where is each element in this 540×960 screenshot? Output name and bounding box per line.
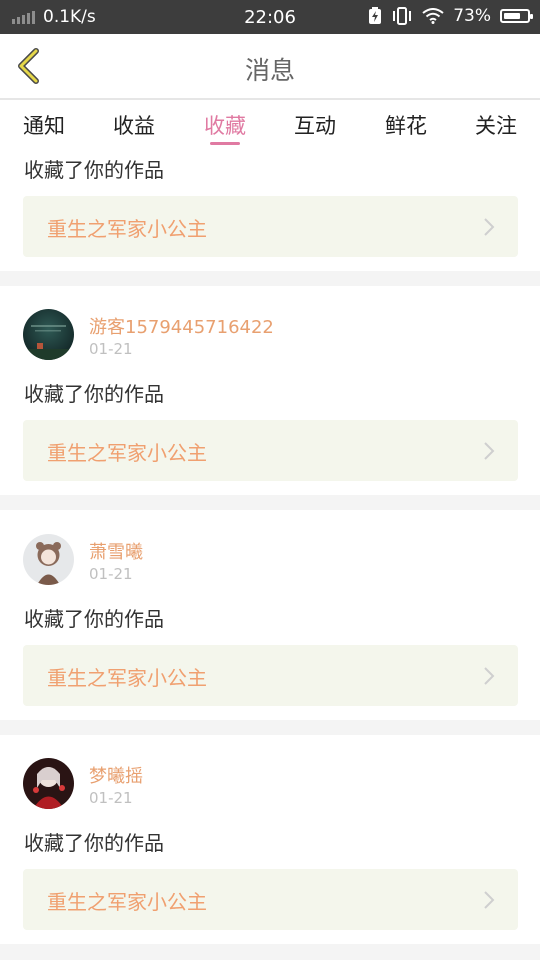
status-bar: 0.1K/s 22:06 73% (0, 0, 540, 34)
tab-interaction[interactable]: 互动 (280, 110, 350, 140)
page-title: 消息 (244, 56, 295, 85)
header-bar: 消息 (0, 34, 540, 98)
chevron-right-icon (484, 218, 495, 236)
avatar[interactable] (23, 758, 74, 809)
work-title: 重生之军家小公主 (47, 666, 207, 690)
work-link[interactable]: 重生之军家小公主 (23, 645, 518, 706)
username[interactable]: 萧雪曦 (89, 538, 143, 564)
battery-percent: 73% (453, 6, 491, 26)
work-link[interactable]: 重生之军家小公主 (23, 869, 518, 930)
date: 01-21 (89, 340, 133, 358)
date: 01-21 (89, 789, 133, 807)
list-item: 游客1579445716422 01-21 收藏了你的作品 重生之军家小公主 (0, 286, 540, 495)
work-title: 重生之军家小公主 (47, 890, 207, 914)
wifi-icon (422, 8, 444, 24)
work-link[interactable]: 重生之军家小公主 (23, 196, 518, 257)
tab-earnings[interactable]: 收益 (99, 110, 169, 140)
chevron-right-icon (484, 667, 495, 685)
work-title: 重生之军家小公主 (47, 441, 207, 465)
status-right: 73% (368, 6, 533, 26)
username[interactable]: 游客1579445716422 (89, 313, 274, 339)
work-title: 重生之军家小公主 (47, 217, 207, 241)
battery-saver-icon (369, 7, 382, 24)
list-item: 收藏了你的作品 重生之军家小公主 (0, 146, 540, 271)
avatar[interactable] (23, 309, 74, 360)
tab-bar: 通知 收益 收藏 互动 鲜花 关注 (0, 100, 540, 146)
tab-following[interactable]: 关注 (461, 110, 531, 140)
tab-flowers[interactable]: 鲜花 (371, 110, 441, 140)
date: 01-21 (89, 565, 133, 583)
chevron-right-icon (484, 442, 495, 460)
message-text: 收藏了你的作品 (24, 158, 164, 182)
tab-notice[interactable]: 通知 (9, 110, 79, 140)
vibrate-icon (393, 7, 412, 25)
active-tab-indicator (210, 142, 240, 145)
work-link[interactable]: 重生之军家小公主 (23, 420, 518, 481)
username[interactable]: 梦曦摇 (89, 762, 143, 788)
list-item: 梦曦摇 01-21 收藏了你的作品 重生之军家小公主 (0, 735, 540, 944)
battery-icon (500, 9, 533, 23)
message-text: 收藏了你的作品 (24, 382, 164, 406)
message-text: 收藏了你的作品 (24, 607, 164, 631)
tab-favorites[interactable]: 收藏 (190, 110, 260, 140)
message-text: 收藏了你的作品 (24, 831, 164, 855)
avatar[interactable] (23, 534, 74, 585)
chevron-right-icon (484, 891, 495, 909)
list-item: 萧雪曦 01-21 收藏了你的作品 重生之军家小公主 (0, 510, 540, 720)
